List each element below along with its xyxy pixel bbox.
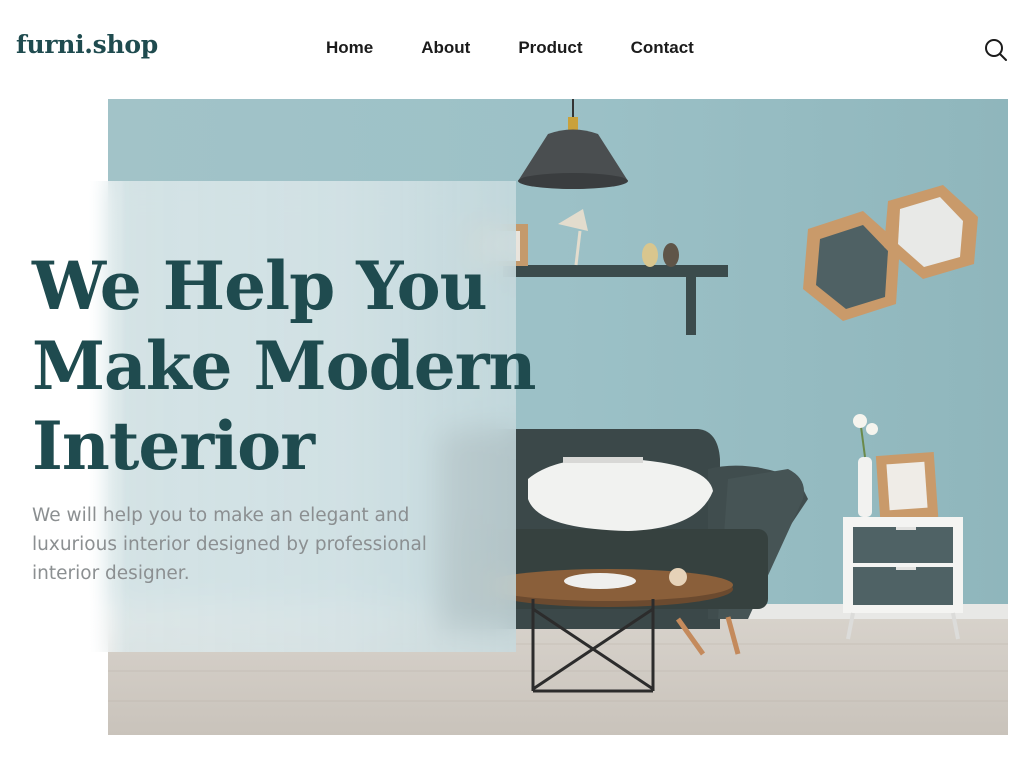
nav-about-link[interactable]: About [421, 38, 470, 58]
headline-line-3: Interior [32, 407, 315, 485]
site-logo[interactable]: furni.shop [16, 30, 158, 59]
site-header: furni.shop Home About Product Contact [0, 0, 1024, 99]
hero-headline: We Help You Make Modern Interior [32, 246, 537, 486]
headline-line-2: Make Modern [32, 327, 537, 405]
nav-home-link[interactable]: Home [326, 38, 373, 58]
main-nav: Home About Product Contact [326, 38, 694, 58]
hero-subtext: We will help you to make an elegant and … [32, 505, 427, 584]
headline-line-1: We Help You [32, 247, 488, 325]
nav-product-link[interactable]: Product [518, 38, 582, 58]
nav-contact-link[interactable]: Contact [631, 38, 694, 58]
search-icon[interactable] [983, 37, 1009, 63]
